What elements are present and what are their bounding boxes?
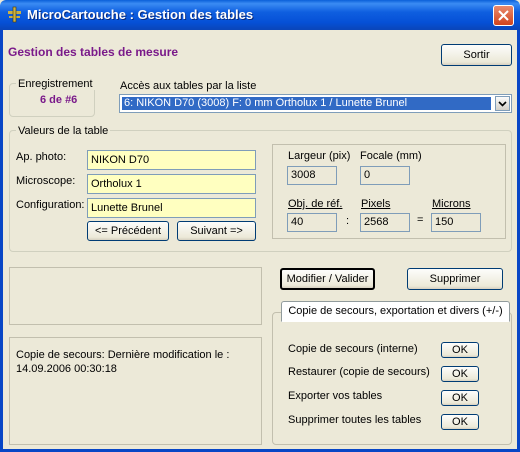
page-title: Gestion des tables de mesure xyxy=(8,45,179,59)
title-bar[interactable]: MicroCartouche : Gestion des tables xyxy=(0,0,520,30)
microscope-field[interactable]: Ortholux 1 xyxy=(87,174,256,194)
obj-ref-value: 40 xyxy=(287,213,337,232)
table-list-dropdown-button[interactable] xyxy=(495,96,510,111)
obj-ref-label: Obj. de réf. xyxy=(288,198,343,210)
record-value: 6 de #6 xyxy=(40,94,78,106)
app-cross-icon xyxy=(8,6,21,23)
width-value: 3008 xyxy=(287,166,337,185)
close-icon xyxy=(498,10,509,21)
chevron-down-icon xyxy=(498,101,507,107)
backup-internal-label: Copie de secours (interne) xyxy=(288,343,418,355)
delete-all-label: Supprimer toutes les tables xyxy=(288,414,422,426)
configuration-field[interactable]: Lunette Brunel xyxy=(87,198,256,218)
microns-label: Microns xyxy=(432,198,471,210)
list-access-label: Accès aux tables par la liste xyxy=(120,80,257,92)
table-list-selected: 6: NIKON D70 (3008) F: 0 mm Ortholux 1 /… xyxy=(122,97,491,110)
restore-ok-button[interactable]: OK xyxy=(441,366,479,382)
export-ok-button[interactable]: OK xyxy=(441,390,479,406)
previous-button[interactable]: <= Précédent xyxy=(87,221,169,241)
microscope-label: Microscope: xyxy=(16,175,76,187)
window-title: MicroCartouche : Gestion des tables xyxy=(27,7,254,22)
width-label: Largeur (pix) xyxy=(288,150,351,162)
focal-value: 0 xyxy=(360,166,410,185)
microns-value: 150 xyxy=(431,213,481,232)
backup-status-text: Copie de secours: Dernière modification … xyxy=(16,349,230,375)
pixels-label: Pixels xyxy=(361,198,391,210)
equals-separator: = xyxy=(417,214,424,226)
close-button[interactable] xyxy=(493,5,514,26)
backup-toggle-tab[interactable]: Copie de secours, exportation et divers … xyxy=(281,301,510,322)
export-label: Exporter vos tables xyxy=(288,390,383,402)
configuration-label: Configuration: xyxy=(16,199,85,211)
restore-label: Restaurer (copie de secours) xyxy=(288,366,430,378)
pixels-value: 2568 xyxy=(360,213,410,232)
colon-separator: : xyxy=(346,215,350,227)
focal-label: Focale (mm) xyxy=(360,150,422,162)
delete-all-ok-button[interactable]: OK xyxy=(441,414,479,430)
exit-button[interactable]: Sortir xyxy=(441,44,512,66)
table-values-label: Valeurs de la table xyxy=(16,125,111,137)
delete-button[interactable]: Supprimer xyxy=(407,268,503,290)
table-list-select[interactable]: 6: NIKON D70 (3008) F: 0 mm Ortholux 1 /… xyxy=(119,94,512,113)
info-panel-empty xyxy=(9,267,262,325)
next-button[interactable]: Suivant => xyxy=(177,221,256,241)
record-label: Enregistrement xyxy=(16,78,95,90)
modify-validate-button[interactable]: Modifier / Valider xyxy=(280,268,375,290)
backup-internal-ok-button[interactable]: OK xyxy=(441,342,479,358)
photo-label: Ap. photo: xyxy=(16,151,67,163)
photo-field[interactable]: NIKON D70 xyxy=(87,150,256,170)
